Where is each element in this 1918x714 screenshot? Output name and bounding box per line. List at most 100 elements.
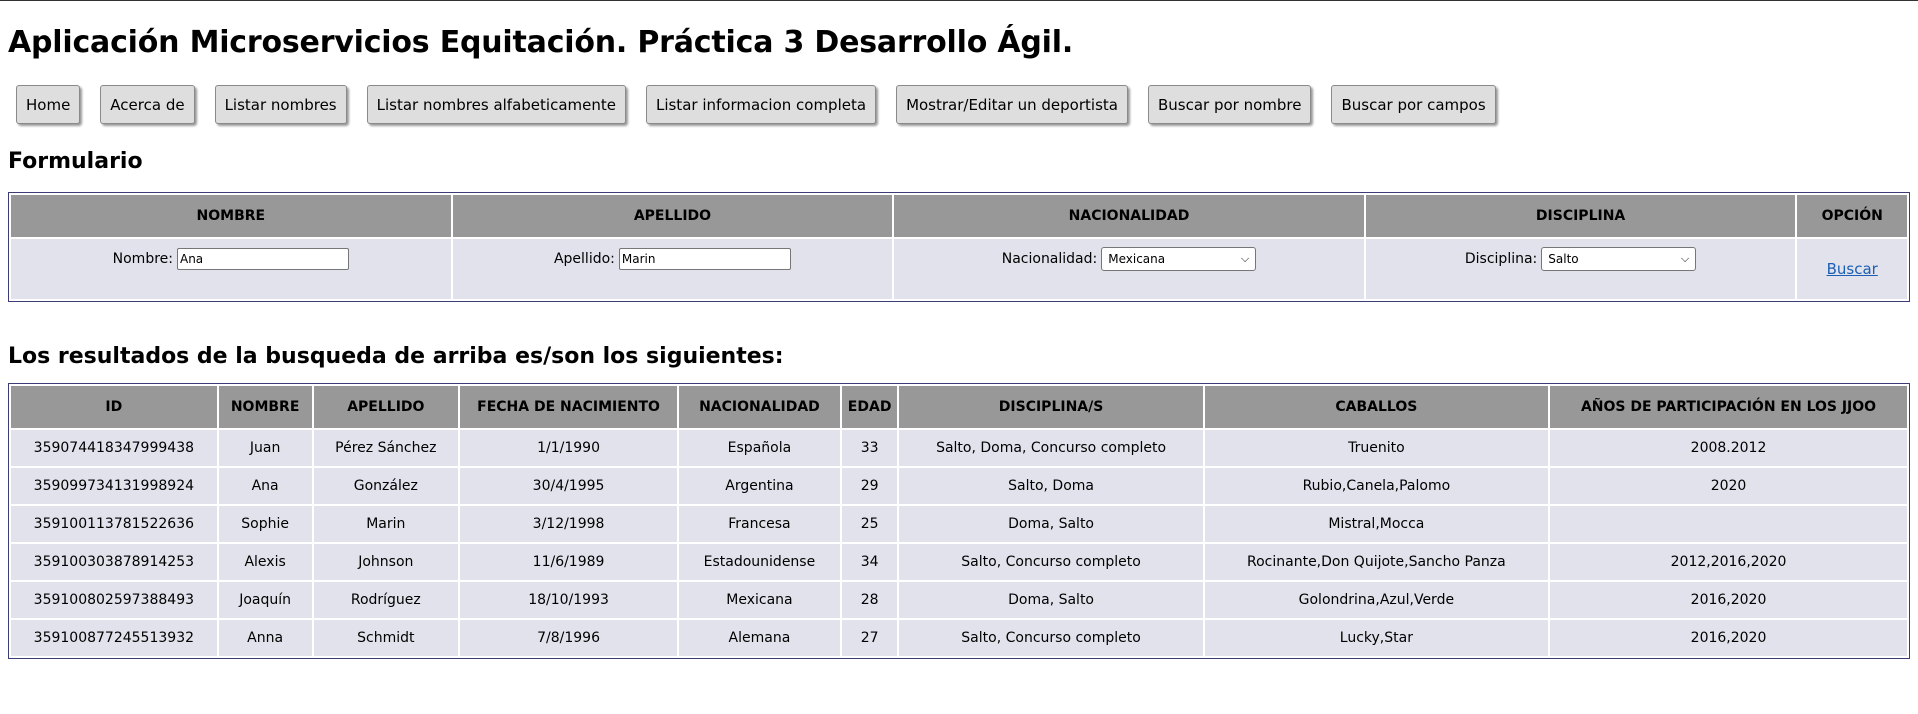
cell-apellido: Rodríguez bbox=[313, 582, 459, 618]
nacionalidad-select[interactable]: Mexicana ⌵ bbox=[1101, 247, 1257, 271]
nav-list-full-info-button[interactable]: Listar informacion completa bbox=[645, 85, 877, 124]
table-row: 359100303878914253 Alexis Johnson 11/6/1… bbox=[11, 544, 1907, 580]
nav-home-button[interactable]: Home bbox=[16, 85, 81, 124]
form-input-row: Nombre: Apellido: Nacionalidad: Mexicana bbox=[11, 239, 1907, 299]
cell-nombre: Juan bbox=[218, 430, 312, 466]
cell-edad: 34 bbox=[841, 544, 898, 580]
cell-caballos: Mistral,Mocca bbox=[1204, 506, 1549, 542]
cell-nombre: Ana bbox=[218, 468, 312, 504]
cell-caballos: Golondrina,Azul,Verde bbox=[1204, 582, 1549, 618]
cell-edad: 25 bbox=[841, 506, 898, 542]
apellido-input[interactable] bbox=[618, 248, 791, 270]
cell-anos-jjoo: 2008.2012 bbox=[1550, 430, 1907, 466]
cell-caballos: Rocinante,Don Quijote,Sancho Panza bbox=[1204, 544, 1549, 580]
cell-fecha: 30/4/1995 bbox=[460, 468, 678, 504]
table-row: 359100113781522636 Sophie Marin 3/12/199… bbox=[11, 506, 1907, 542]
header-nombre: NOMBRE bbox=[218, 386, 312, 428]
cell-caballos: Truenito bbox=[1204, 430, 1549, 466]
buscar-link[interactable]: Buscar bbox=[1827, 260, 1878, 278]
nav-search-by-fields-button[interactable]: Buscar por campos bbox=[1331, 85, 1496, 124]
cell-apellido: Marin bbox=[313, 506, 459, 542]
cell-edad: 29 bbox=[841, 468, 898, 504]
nacionalidad-label: Nacionalidad: bbox=[1001, 251, 1098, 267]
apellido-label: Apellido: bbox=[553, 251, 615, 267]
opcion-cell: Buscar bbox=[1797, 239, 1907, 299]
cell-disciplinas: Doma, Salto bbox=[899, 582, 1203, 618]
cell-id: 359100113781522636 bbox=[11, 506, 217, 542]
results-header-row: ID NOMBRE APELLIDO FECHA DE NACIMIENTO N… bbox=[11, 386, 1907, 428]
cell-anos-jjoo: 2016,2020 bbox=[1550, 620, 1907, 656]
cell-id: 359099734131998924 bbox=[11, 468, 217, 504]
disciplina-cell: Disciplina: Salto ⌵ bbox=[1365, 239, 1796, 299]
nav-bar: Home Acerca de Listar nombres Listar nom… bbox=[8, 85, 1910, 125]
nav-list-names-alpha-button[interactable]: Listar nombres alfabeticamente bbox=[366, 85, 626, 124]
results-title: Los resultados de la busqueda de arriba … bbox=[8, 344, 784, 369]
cell-nacionalidad: Estadounidense bbox=[679, 544, 840, 580]
cell-anos-jjoo: 2012,2016,2020 bbox=[1550, 544, 1907, 580]
page-title: Aplicación Microservicios Equitación. Pr… bbox=[8, 25, 1074, 60]
cell-apellido: Johnson bbox=[313, 544, 459, 580]
cell-fecha: 18/10/1993 bbox=[460, 582, 678, 618]
header-nacionalidad: NACIONALIDAD bbox=[679, 386, 840, 428]
cell-caballos: Rubio,Canela,Palomo bbox=[1204, 468, 1549, 504]
cell-nombre: Alexis bbox=[218, 544, 312, 580]
table-row: 359100877245513932 Anna Schmidt 7/8/1996… bbox=[11, 620, 1907, 656]
table-row: 359100802597388493 Joaquín Rodríguez 18/… bbox=[11, 582, 1907, 618]
form-header-nombre: NOMBRE bbox=[11, 195, 451, 237]
cell-fecha: 1/1/1990 bbox=[460, 430, 678, 466]
cell-nombre: Sophie bbox=[218, 506, 312, 542]
apellido-cell: Apellido: bbox=[452, 239, 893, 299]
cell-nacionalidad: Española bbox=[679, 430, 840, 466]
cell-disciplinas: Salto, Doma bbox=[899, 468, 1203, 504]
nombre-label: Nombre: bbox=[112, 251, 173, 267]
header-caballos: CABALLOS bbox=[1204, 386, 1549, 428]
cell-anos-jjoo bbox=[1550, 506, 1907, 542]
cell-disciplinas: Doma, Salto bbox=[899, 506, 1203, 542]
nombre-cell: Nombre: bbox=[11, 239, 451, 299]
nacionalidad-selected-value: Mexicana bbox=[1108, 252, 1166, 266]
nacionalidad-cell: Nacionalidad: Mexicana ⌵ bbox=[894, 239, 1364, 299]
cell-fecha: 11/6/1989 bbox=[460, 544, 678, 580]
cell-nombre: Anna bbox=[218, 620, 312, 656]
nav-list-names-button[interactable]: Listar nombres bbox=[214, 85, 347, 124]
results-table: ID NOMBRE APELLIDO FECHA DE NACIMIENTO N… bbox=[8, 383, 1910, 659]
cell-edad: 27 bbox=[841, 620, 898, 656]
chevron-down-icon: ⌵ bbox=[1240, 252, 1250, 265]
nombre-input[interactable] bbox=[176, 248, 349, 270]
form-header-nacionalidad: NACIONALIDAD bbox=[894, 195, 1364, 237]
cell-edad: 33 bbox=[841, 430, 898, 466]
form-header-disciplina: DISCIPLINA bbox=[1365, 195, 1796, 237]
cell-nacionalidad: Mexicana bbox=[679, 582, 840, 618]
cell-disciplinas: Salto, Doma, Concurso completo bbox=[899, 430, 1203, 466]
search-form-table: NOMBRE APELLIDO NACIONALIDAD DISCIPLINA … bbox=[8, 192, 1910, 302]
disciplina-select[interactable]: Salto ⌵ bbox=[1541, 247, 1697, 271]
chevron-down-icon: ⌵ bbox=[1680, 252, 1690, 265]
form-header-opcion: OPCIÓN bbox=[1797, 195, 1907, 237]
cell-anos-jjoo: 2020 bbox=[1550, 468, 1907, 504]
cell-apellido: Pérez Sánchez bbox=[313, 430, 459, 466]
cell-nombre: Joaquín bbox=[218, 582, 312, 618]
cell-id: 359100877245513932 bbox=[11, 620, 217, 656]
nav-about-button[interactable]: Acerca de bbox=[100, 85, 195, 124]
cell-id: 359074418347999438 bbox=[11, 430, 217, 466]
nav-search-by-name-button[interactable]: Buscar por nombre bbox=[1147, 85, 1312, 124]
cell-apellido: Schmidt bbox=[313, 620, 459, 656]
cell-disciplinas: Salto, Concurso completo bbox=[899, 544, 1203, 580]
nav-show-edit-athlete-button[interactable]: Mostrar/Editar un deportista bbox=[896, 85, 1128, 124]
header-fecha-nacimiento: FECHA DE NACIMIENTO bbox=[460, 386, 678, 428]
header-id: ID bbox=[11, 386, 217, 428]
cell-nacionalidad: Alemana bbox=[679, 620, 840, 656]
cell-caballos: Lucky,Star bbox=[1204, 620, 1549, 656]
form-header-apellido: APELLIDO bbox=[452, 195, 893, 237]
header-edad: EDAD bbox=[841, 386, 898, 428]
table-row: 359074418347999438 Juan Pérez Sánchez 1/… bbox=[11, 430, 1907, 466]
cell-fecha: 3/12/1998 bbox=[460, 506, 678, 542]
form-header-row: NOMBRE APELLIDO NACIONALIDAD DISCIPLINA … bbox=[11, 195, 1907, 237]
cell-nacionalidad: Argentina bbox=[679, 468, 840, 504]
cell-id: 359100802597388493 bbox=[11, 582, 217, 618]
cell-disciplinas: Salto, Concurso completo bbox=[899, 620, 1203, 656]
cell-nacionalidad: Francesa bbox=[679, 506, 840, 542]
header-anos-jjoo: AÑOS DE PARTICIPACIÓN EN LOS JJOO bbox=[1550, 386, 1907, 428]
table-row: 359099734131998924 Ana González 30/4/199… bbox=[11, 468, 1907, 504]
cell-id: 359100303878914253 bbox=[11, 544, 217, 580]
